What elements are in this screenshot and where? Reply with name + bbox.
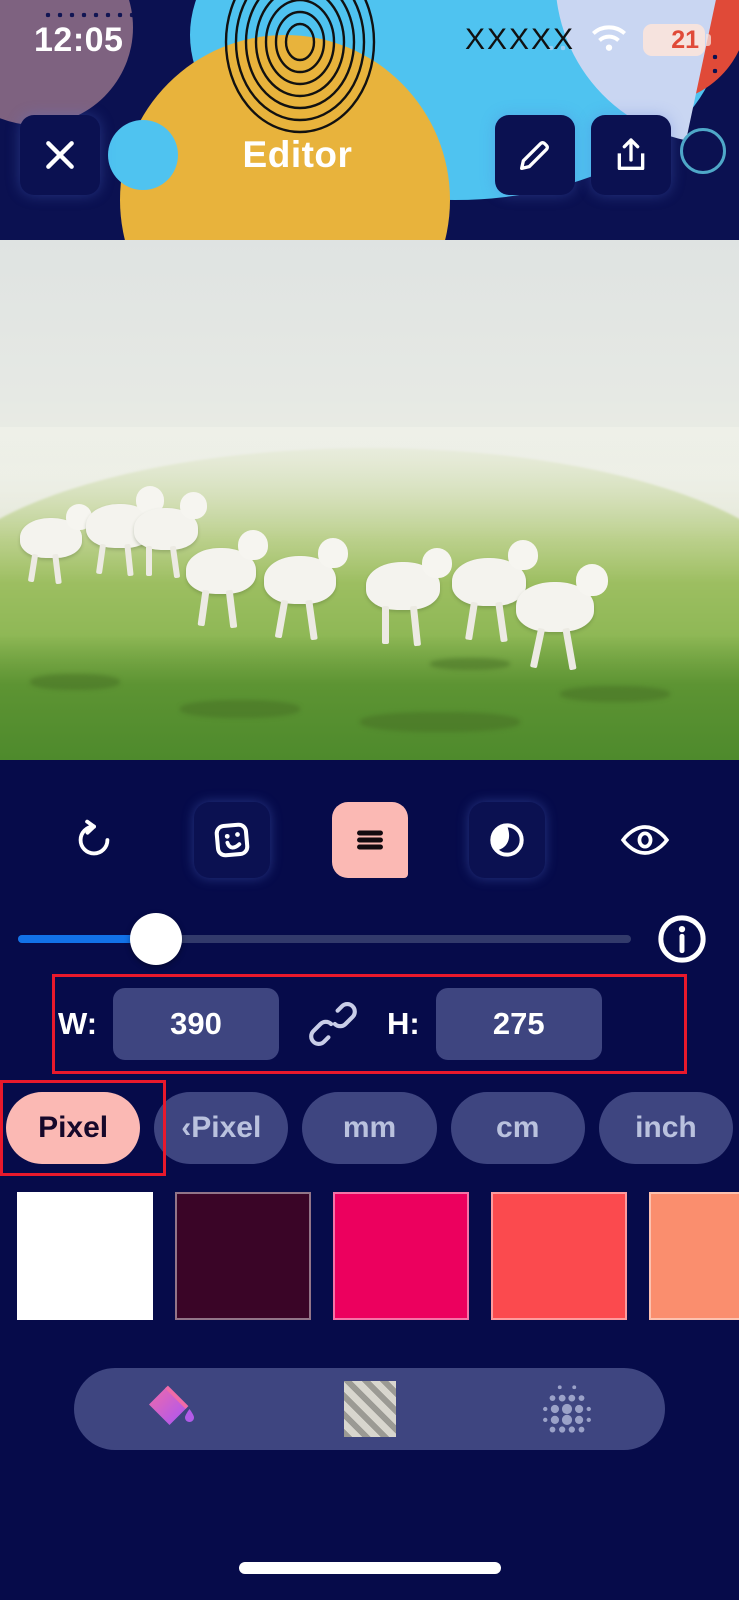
units-section: Pixel ‹Pixel mm cm inch — [0, 1080, 739, 1176]
opacity-button[interactable] — [469, 802, 546, 878]
opacity-droplet-icon — [490, 823, 524, 857]
width-label: W: — [58, 1006, 98, 1041]
status-indicators: XXXXX 21 — [464, 23, 711, 57]
unit-option-pixel-alt[interactable]: ‹Pixel — [154, 1092, 289, 1164]
share-button[interactable] — [591, 115, 671, 195]
home-indicator[interactable] — [238, 1562, 501, 1574]
dimensions-section: W: 390 H: 275 — [52, 974, 687, 1074]
wifi-icon — [592, 25, 626, 51]
preview-eye-icon — [620, 825, 670, 855]
color-swatch[interactable] — [175, 1192, 311, 1320]
preview-button[interactable] — [607, 802, 683, 878]
unit-option-mm[interactable]: mm — [302, 1092, 437, 1164]
color-swatch[interactable] — [17, 1192, 153, 1320]
sticker-icon — [214, 822, 250, 858]
lamb — [134, 492, 207, 579]
info-button[interactable] — [655, 912, 709, 966]
unit-option-pixel[interactable]: Pixel — [6, 1092, 141, 1164]
tool-row — [0, 760, 739, 878]
value-slider[interactable] — [18, 913, 631, 965]
resize-lines-icon — [356, 830, 383, 850]
battery-level: 21 — [671, 25, 699, 54]
fill-solid-button[interactable] — [74, 1379, 271, 1439]
unit-option-cm[interactable]: cm — [450, 1092, 585, 1164]
status-bar: 12:05 XXXXX 21 — [0, 0, 739, 80]
color-swatch[interactable] — [649, 1192, 739, 1320]
height-input[interactable]: 275 — [435, 988, 602, 1060]
battery-indicator: 21 — [643, 24, 711, 56]
close-button[interactable] — [20, 115, 100, 195]
fill-pattern-button[interactable] — [271, 1381, 468, 1437]
navigation-bar: Editor — [0, 100, 739, 210]
paint-bucket-icon — [148, 1385, 194, 1425]
width-input[interactable]: 390 — [113, 988, 280, 1060]
lamb — [186, 530, 268, 629]
reset-rotate-button[interactable] — [56, 802, 132, 878]
height-label: H: — [387, 1006, 420, 1041]
share-upload-icon — [617, 138, 645, 170]
color-swatch[interactable] — [333, 1192, 469, 1320]
hatch-pattern-icon — [343, 1381, 396, 1437]
color-swatch[interactable] — [491, 1192, 627, 1320]
sticker-button[interactable] — [193, 802, 270, 878]
editor-screen: 12:05 XXXXX 21 Editor W: 390 H: 275 Pixe… — [0, 0, 739, 1600]
info-circle-icon — [658, 915, 706, 963]
color-swatch-row — [0, 1192, 739, 1320]
editor-panel: W: 390 H: 275 Pixel ‹Pixel mm cm inch — [0, 760, 739, 1450]
chain-link-icon — [309, 1002, 357, 1046]
dimensions-row: W: 390 H: 275 — [58, 988, 681, 1060]
photo-canvas[interactable] — [0, 240, 739, 760]
lamb — [20, 504, 92, 585]
nav-actions — [495, 115, 671, 195]
edit-button[interactable] — [495, 115, 575, 195]
lamb — [264, 538, 348, 641]
slider-thumb[interactable] — [129, 913, 182, 965]
slider-fill — [18, 935, 147, 943]
lamb — [366, 548, 452, 647]
reset-rotate-icon — [78, 819, 110, 856]
unit-options: Pixel ‹Pixel mm cm inch — [6, 1092, 734, 1164]
lamb — [516, 564, 608, 671]
carrier-name: XXXXX — [464, 23, 575, 56]
fill-type-bar — [74, 1368, 665, 1450]
slider-row — [0, 878, 739, 966]
dot-gradient-icon — [542, 1385, 591, 1433]
pencil-edit-icon — [520, 141, 549, 170]
app-header: 12:05 XXXXX 21 Editor — [0, 0, 739, 240]
resize-button[interactable] — [331, 802, 408, 878]
aspect-link-button[interactable] — [305, 999, 361, 1049]
page-title: Editor — [242, 134, 353, 175]
close-x-icon — [46, 141, 74, 169]
lamb — [452, 540, 538, 643]
fill-gradient-button[interactable] — [468, 1380, 665, 1438]
unit-option-inch[interactable]: inch — [598, 1092, 734, 1164]
status-time: 12:05 — [34, 20, 124, 59]
